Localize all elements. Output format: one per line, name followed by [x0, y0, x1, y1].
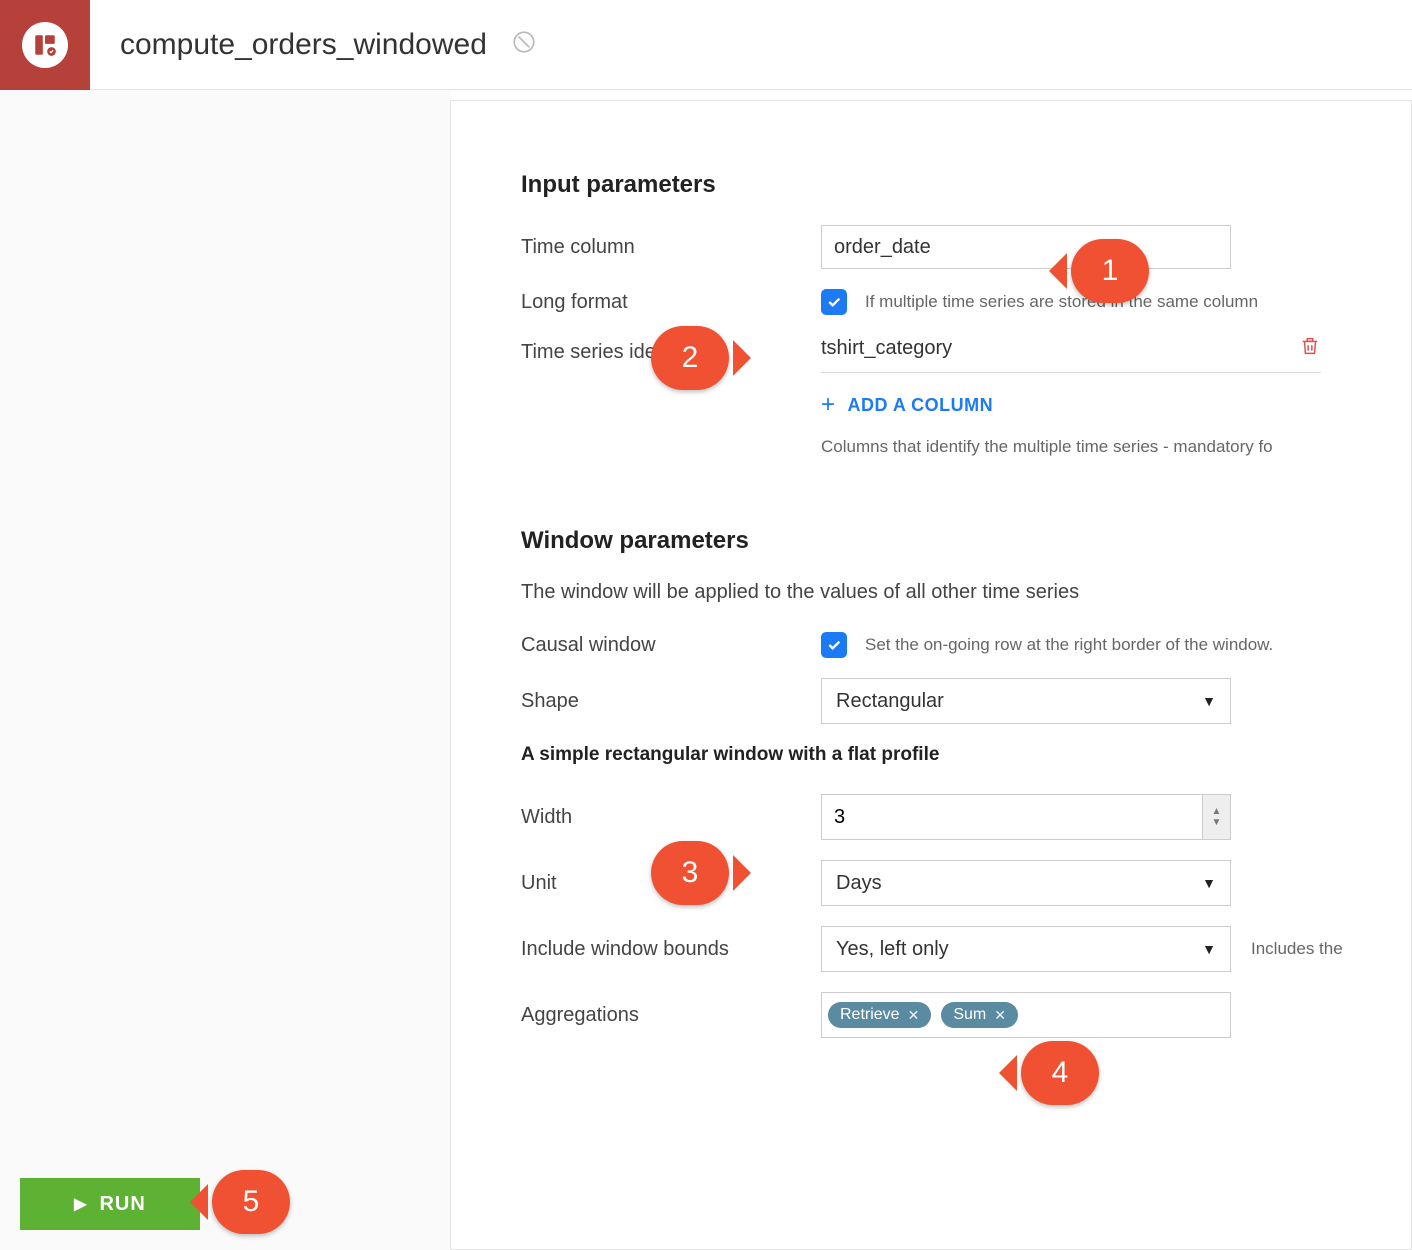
identifiers-label: Time series identifiers [521, 335, 821, 364]
aggregation-tag[interactable]: Retrieve ✕ [828, 1002, 931, 1028]
window-description: The window will be applied to the values… [521, 581, 1361, 604]
shape-value: Rectangular [836, 690, 944, 713]
identifiers-hint: Columns that identify the multiple time … [821, 437, 1321, 457]
add-column-label: ADD A COLUMN [848, 395, 994, 416]
time-column-input[interactable] [821, 225, 1231, 269]
causal-label: Causal window [521, 634, 821, 657]
long-format-hint: If multiple time series are stored in th… [865, 292, 1258, 312]
aggregation-tag[interactable]: Sum ✕ [941, 1002, 1018, 1028]
shape-label: Shape [521, 690, 821, 713]
play-icon: ▶ [74, 1194, 87, 1214]
causal-checkbox[interactable] [821, 632, 847, 658]
long-format-label: Long format [521, 291, 821, 314]
aggregations-label: Aggregations [521, 1004, 821, 1027]
header: compute_orders_windowed [0, 0, 1412, 90]
width-row: Width ▲▼ [521, 794, 1361, 840]
input-parameters-heading: Input parameters [521, 171, 1361, 199]
identifier-value[interactable]: tshirt_category [821, 337, 1299, 360]
unit-label: Unit [521, 872, 821, 895]
page-title: compute_orders_windowed [120, 28, 487, 62]
long-format-row: Long format If multiple time series are … [521, 289, 1361, 315]
causal-row: Causal window Set the on-going row at th… [521, 632, 1361, 658]
left-gutter [0, 90, 450, 1250]
tag-label: Sum [953, 1006, 986, 1024]
causal-hint: Set the on-going row at the right border… [865, 635, 1273, 655]
callout-4: 4 [1021, 1041, 1099, 1105]
chevron-down-icon: ▼ [1202, 875, 1216, 891]
width-input[interactable] [822, 795, 1202, 839]
close-icon[interactable]: ✕ [994, 1007, 1006, 1024]
width-input-wrap: ▲▼ [821, 794, 1231, 840]
bounds-select[interactable]: Yes, left only ▼ [821, 926, 1231, 972]
time-column-row: Time column [521, 225, 1361, 269]
trash-icon[interactable] [1299, 335, 1321, 362]
shape-select[interactable]: Rectangular ▼ [821, 678, 1231, 724]
settings-panel: Input parameters Time column Long format… [450, 100, 1412, 1250]
run-label: RUN [99, 1193, 145, 1216]
shape-description: A simple rectangular window with a flat … [521, 744, 1361, 766]
aggregations-row: Aggregations Retrieve ✕ Sum ✕ [521, 992, 1361, 1038]
width-stepper[interactable]: ▲▼ [1202, 795, 1230, 839]
bounds-label: Include window bounds [521, 938, 821, 961]
window-parameters-heading: Window parameters [521, 527, 1361, 555]
time-column-label: Time column [521, 236, 821, 259]
aggregations-input[interactable]: Retrieve ✕ Sum ✕ [821, 992, 1231, 1038]
identifier-item: tshirt_category [821, 335, 1321, 373]
bounds-value: Yes, left only [836, 938, 949, 961]
run-button[interactable]: ▶ RUN [20, 1178, 200, 1230]
bounds-hint: Includes the [1251, 939, 1343, 959]
chevron-down-icon: ▼ [1202, 941, 1216, 957]
tag-label: Retrieve [840, 1006, 900, 1024]
identifiers-row: Time series identifiers tshirt_category … [521, 335, 1361, 457]
chevron-down-icon: ▼ [1202, 693, 1216, 709]
brand-logo [0, 0, 90, 90]
bounds-row: Include window bounds Yes, left only ▼ I… [521, 926, 1361, 972]
shape-row: Shape Rectangular ▼ [521, 678, 1361, 724]
unit-select[interactable]: Days ▼ [821, 860, 1231, 906]
plus-icon: + [821, 391, 836, 419]
unit-row: Unit Days ▼ [521, 860, 1361, 906]
unit-value: Days [836, 872, 882, 895]
long-format-checkbox[interactable] [821, 289, 847, 315]
brand-circle-icon [22, 22, 68, 68]
width-label: Width [521, 806, 821, 829]
add-column-button[interactable]: + ADD A COLUMN [821, 391, 1321, 419]
close-icon[interactable]: ✕ [908, 1007, 920, 1024]
status-icon[interactable] [511, 29, 537, 60]
main-area: Input parameters Time column Long format… [0, 90, 1412, 1250]
